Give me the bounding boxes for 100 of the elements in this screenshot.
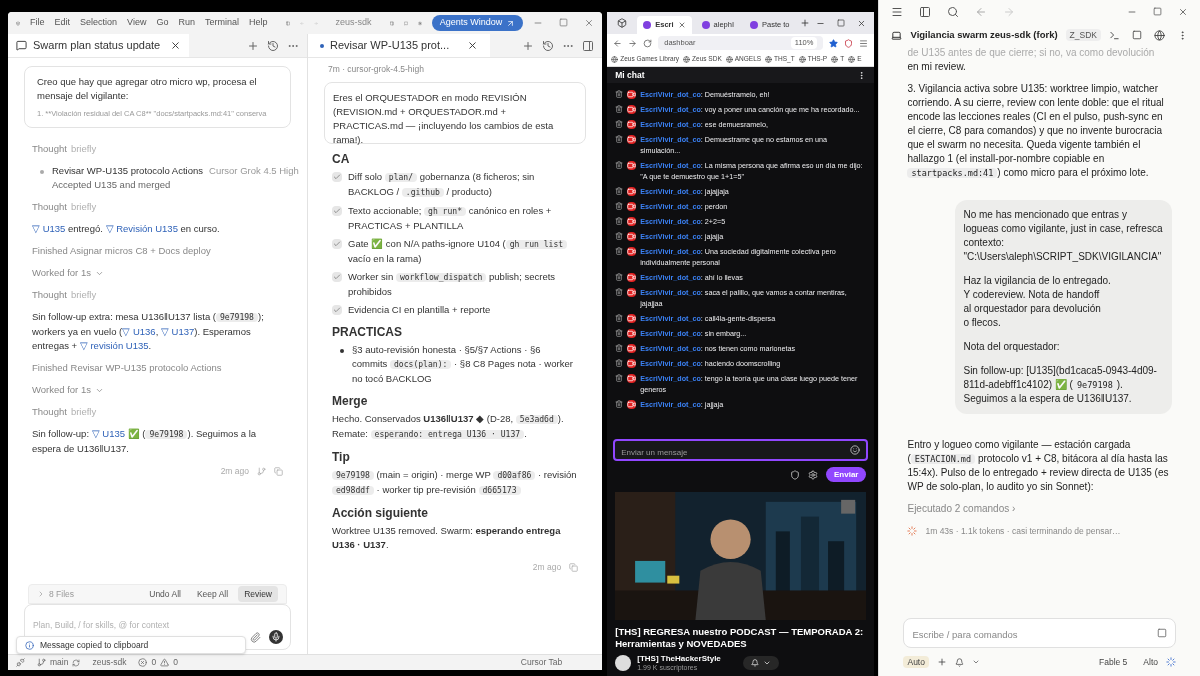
extension-icon[interactable] [844,38,854,48]
menu-item[interactable]: Help [249,16,268,30]
menu-item[interactable]: Edit [54,16,71,30]
delete-icon[interactable] [615,273,624,281]
menu-icon[interactable] [891,6,904,18]
add-icon[interactable] [936,657,947,667]
globe-icon[interactable] [1154,29,1165,41]
globe-icon [765,55,773,63]
section-heading: Tip [332,450,351,464]
prompt-input[interactable]: Escribe / para comandos [912,628,1157,643]
delete-icon[interactable] [615,161,624,169]
remote-icon[interactable] [16,658,25,667]
mode-button[interactable]: Auto [903,655,929,669]
send-button[interactable]: Enviar [826,467,867,482]
search-icon[interactable] [947,6,960,18]
delete-icon[interactable] [615,359,624,367]
menu-item[interactable]: View [127,16,147,30]
new-tab-icon[interactable] [799,18,810,28]
panel-icon[interactable] [582,39,595,52]
delete-icon[interactable] [615,105,624,113]
close-icon[interactable] [857,19,867,28]
preview-icon[interactable] [1132,29,1142,40]
message-input[interactable]: Enviar un mensaje [621,447,851,459]
reload-icon[interactable] [643,38,653,48]
delete-icon[interactable] [615,247,624,255]
menu-item[interactable]: File [30,16,45,30]
menu-icon[interactable] [859,38,869,48]
close-tab-icon[interactable] [677,21,686,29]
message-text: ▽ U135 entregó. ▽ Revisión U135 en curso. [32,222,221,236]
link[interactable]: ▽ revisión U135 [79,340,149,351]
close-icon[interactable] [170,40,182,51]
settings-icon[interactable] [808,469,818,480]
worked-toggle[interactable]: Worked for 1s [32,266,91,280]
maximize-icon[interactable] [1153,7,1162,16]
delete-icon[interactable] [615,135,624,143]
delete-icon[interactable] [615,344,624,352]
bookmark-icon[interactable] [829,38,839,48]
notify-icon[interactable] [954,657,964,667]
delete-icon[interactable] [615,400,624,408]
stop-icon[interactable] [1157,628,1167,638]
subscribe-button[interactable] [742,656,779,670]
close-icon[interactable] [1178,7,1188,17]
add-icon[interactable] [247,39,259,52]
shield-icon[interactable] [790,469,800,480]
maximize-icon[interactable] [837,19,846,27]
error-count[interactable]: 0 [151,656,157,669]
task-title: Revisar WP-U135 protocolo Actions [52,164,203,178]
menu-item[interactable]: Go [156,16,169,30]
delete-icon[interactable] [615,187,624,195]
attach-icon[interactable] [250,631,261,643]
effort-picker[interactable]: Alto [1143,655,1158,669]
forward-icon[interactable] [628,38,638,48]
link[interactable]: ▽ U136 [122,326,156,337]
delete-icon[interactable] [615,288,624,296]
delete-icon[interactable] [615,374,624,382]
link[interactable]: ▽ U135 [91,428,126,439]
favicon [701,21,710,29]
tabs-icon[interactable] [617,18,628,28]
delete-icon[interactable] [615,217,624,225]
menu-item[interactable]: Run [178,16,195,30]
worked-toggle[interactable]: Worked for 1s [32,383,91,397]
history-icon[interactable] [267,39,279,52]
link[interactable]: ▽ U135 [32,223,66,234]
delete-icon[interactable] [615,314,624,322]
add-icon[interactable] [522,39,535,52]
action-button[interactable]: Review [238,585,278,603]
commands-toggle[interactable]: Ejecutado 2 comandos › [907,502,1172,516]
back-icon[interactable] [613,38,623,48]
sync-icon[interactable] [72,658,81,667]
tab[interactable]: Revisar WP-U135 prot... [308,34,491,57]
action-button[interactable]: Undo All [143,585,187,603]
link[interactable]: ▽ U137 [160,326,195,337]
terminal-icon[interactable] [1109,29,1120,41]
delete-icon[interactable] [615,120,624,128]
globe-icon [611,55,619,63]
delete-icon[interactable] [615,202,624,210]
sidebar-icon[interactable] [919,6,932,18]
close-icon[interactable] [467,40,479,51]
action-button[interactable]: Keep All [190,585,235,603]
tab[interactable]: Swarm plan status update [8,34,190,57]
link[interactable]: ▽ Revisión U135 [105,223,178,234]
menu-item[interactable]: Selection [80,16,118,30]
thought-label: Thought [32,200,67,214]
status-item[interactable]: Cursor Tab [520,656,563,669]
chevron-icon[interactable] [971,658,980,666]
prompt-field[interactable]: Escribe / para comandos [903,618,1176,648]
branch-status[interactable]: main [50,656,69,669]
maximize-icon[interactable] [559,18,569,27]
delete-icon[interactable] [615,329,624,337]
menu-item[interactable]: Terminal [205,16,239,30]
prompt-input[interactable]: Plan, Build, / for skills, @ for context [33,619,282,632]
delete-icon[interactable] [615,232,624,240]
chat-field[interactable]: Enviar un mensaje [613,439,869,461]
emoji-icon[interactable] [850,445,861,455]
paragraph-text: Hecho. Conservados U136‖U137 ◆ (D-28, 5e3ad6d ). Remate: esperando: entrega U136 · U137 . [332,412,565,441]
history-icon[interactable] [542,39,555,52]
model-picker[interactable]: Fable 5 [1099,655,1128,669]
warning-count[interactable]: 0 [173,656,178,669]
bell-icon [750,659,759,667]
delete-icon[interactable] [615,90,624,98]
